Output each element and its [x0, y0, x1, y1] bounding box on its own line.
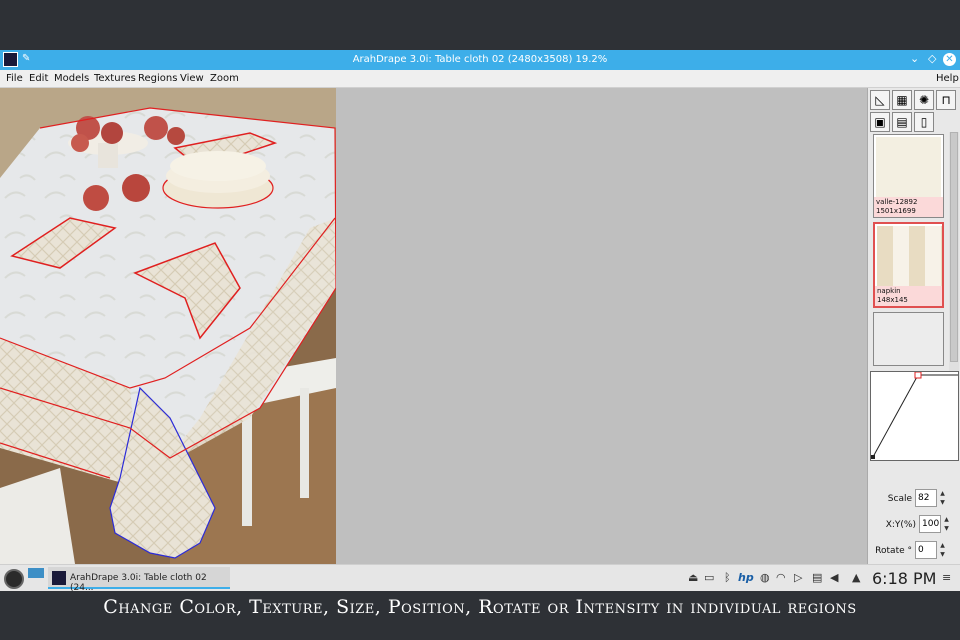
texture-swatch-empty[interactable] — [873, 312, 944, 366]
image-canvas[interactable] — [0, 88, 336, 564]
battery-icon[interactable]: ▭ — [704, 571, 714, 584]
arrow-up-icon[interactable]: ▲ — [852, 571, 860, 584]
usb-icon[interactable]: ⏏ — [688, 571, 698, 584]
wifi-icon[interactable]: ◠ — [776, 571, 786, 584]
media-icon[interactable]: ▷ — [794, 571, 802, 584]
menu-bar: File Edit Models Textures Regions View Z… — [0, 70, 960, 88]
taskbar: ArahDrape 3.0i: Table cloth 02 (24... ⏏ … — [0, 564, 960, 593]
menu-zoom[interactable]: Zoom — [210, 73, 239, 84]
texture-swatch-napkin[interactable]: napkin 148x145 — [873, 222, 944, 308]
empty-canvas-area[interactable] — [336, 88, 867, 564]
xy-stepper[interactable]: ▲ ▼ — [942, 515, 951, 533]
menu-models[interactable]: Models — [54, 73, 89, 84]
rotate-input[interactable]: 0 — [915, 541, 937, 559]
grid-icon[interactable]: ▤ — [892, 112, 912, 132]
clock[interactable]: 6:18 PM — [872, 569, 936, 588]
swatch-label: napkin 148x145 — [875, 286, 942, 306]
texture-swatch-valle[interactable]: valle-12892 1501x1699 — [873, 134, 944, 218]
promo-caption: Change Color, Texture, Size, Position, R… — [103, 596, 857, 618]
menu-textures[interactable]: Textures — [94, 73, 136, 84]
xy-input[interactable]: 100 — [919, 515, 941, 533]
scale-label: Scale — [887, 494, 912, 504]
texture-swap-icon[interactable]: ▣ — [870, 112, 890, 132]
xy-label: X:Y(%) — [885, 520, 916, 530]
task-label: ArahDrape 3.0i: Table cloth 02 (24... — [70, 573, 207, 593]
screen: { "window": { "title": "ArahDrape 3.0i: … — [0, 0, 960, 640]
minimize-button[interactable]: ⌄ — [910, 52, 919, 66]
menu-file[interactable]: File — [6, 73, 23, 84]
color-wheel-icon[interactable]: ✺ — [914, 90, 934, 110]
scrollbar-thumb[interactable] — [950, 132, 958, 362]
tools-sidebar: ◺ ▦ ✺ ⊓ ▣ ▤ ▯ valle-12892 1501x1699 napki… — [867, 88, 960, 564]
bluetooth-icon[interactable]: ᛒ — [724, 571, 731, 584]
rotate-stepper[interactable]: ▲ ▼ — [938, 541, 947, 559]
window-title: ArahDrape 3.0i: Table cloth 02 (2480x350… — [352, 54, 608, 65]
tablecloth-render — [0, 88, 336, 564]
app-icon — [52, 571, 66, 585]
swatch-thumbnail — [876, 137, 941, 197]
scale-input[interactable]: 82 — [915, 489, 937, 507]
rotate-label: Rotate ° — [875, 546, 912, 556]
desktop-pager-icon[interactable] — [28, 568, 44, 578]
maximize-button[interactable]: ◇ — [928, 52, 936, 66]
menu-edit[interactable]: Edit — [29, 73, 48, 84]
volume-muted-icon[interactable]: ◀ — [830, 571, 838, 584]
hp-icon[interactable]: hp — [738, 571, 754, 584]
brush-icon[interactable]: ◺ — [870, 90, 890, 110]
scale-stepper[interactable]: ▲ ▼ — [938, 489, 947, 507]
start-menu-icon[interactable] — [4, 569, 24, 589]
taskbar-task[interactable]: ArahDrape 3.0i: Table cloth 02 (24... — [48, 567, 230, 593]
swatch-thumbnail — [877, 226, 942, 286]
swatch-scrollbar[interactable] — [949, 132, 959, 412]
menu-help[interactable]: Help — [936, 73, 959, 84]
updates-icon[interactable]: ◍ — [760, 571, 770, 584]
lock-icon[interactable]: ⊓ — [936, 90, 956, 110]
menu-view[interactable]: View — [180, 73, 204, 84]
cylinder-icon[interactable]: ▯ — [914, 112, 934, 132]
intensity-curve[interactable] — [870, 371, 959, 461]
menu-icon[interactable]: ≡ — [942, 571, 951, 584]
title-bar[interactable]: ✎ ArahDrape 3.0i: Table cloth 02 (2480x3… — [0, 50, 960, 70]
clipboard-icon[interactable]: ▤ — [812, 571, 822, 584]
menu-regions[interactable]: Regions — [138, 73, 177, 84]
close-button[interactable]: ✕ — [943, 53, 956, 66]
curve-handle[interactable] — [914, 371, 922, 379]
swatch-label: valle-12892 1501x1699 — [874, 197, 943, 217]
palette-icon[interactable]: ▦ — [892, 90, 912, 110]
